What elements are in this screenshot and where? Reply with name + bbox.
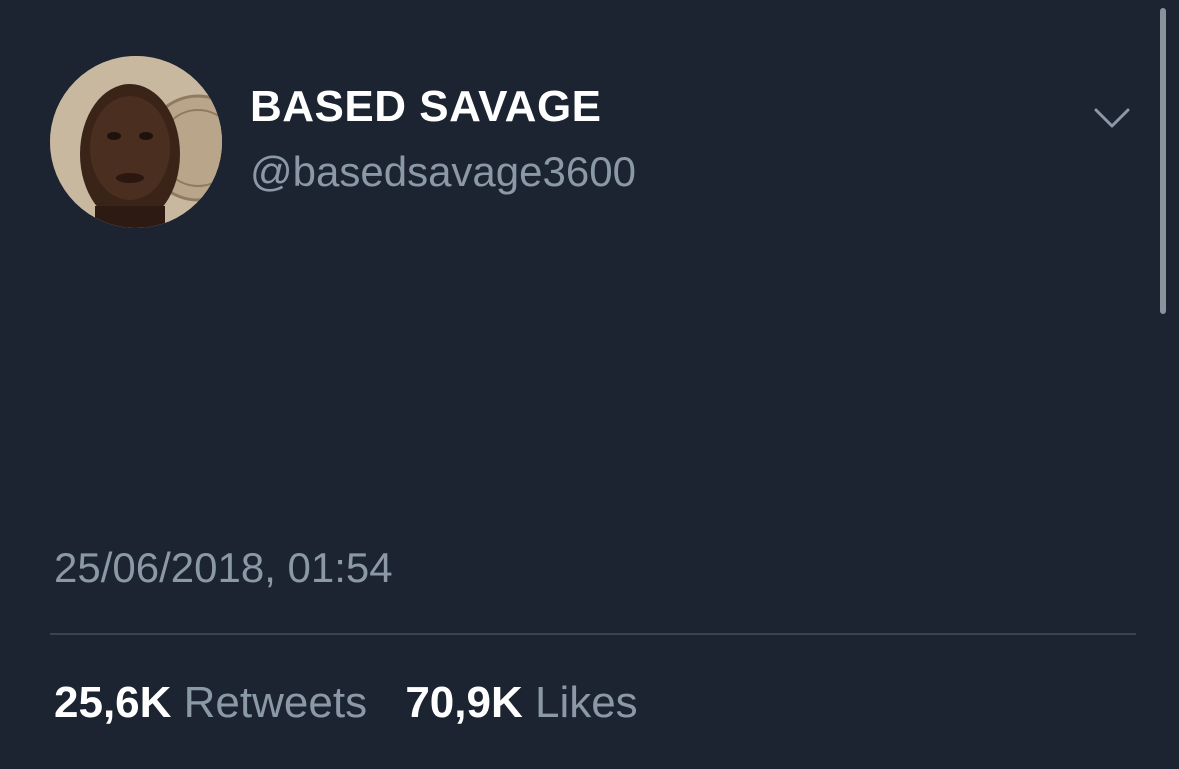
scrollbar[interactable]	[1160, 8, 1166, 314]
retweets-count: 25,6K	[54, 678, 172, 727]
chevron-down-icon[interactable]	[1090, 100, 1134, 136]
divider	[50, 633, 1136, 635]
tweet-timestamp[interactable]: 25/06/2018, 01:54	[54, 544, 393, 592]
retweets-stat[interactable]: 25,6K Retweets	[54, 678, 367, 728]
likes-count: 70,9K	[405, 678, 523, 727]
retweets-label: Retweets	[183, 678, 368, 727]
avatar-image	[50, 56, 222, 228]
display-name[interactable]: BASED SAVAGE	[250, 82, 602, 132]
likes-stat[interactable]: 70,9K Likes	[405, 678, 637, 728]
likes-label: Likes	[534, 678, 638, 727]
tweet-card: BASED SAVAGE @basedsavage3600 25/06/2018…	[0, 0, 1179, 769]
user-handle[interactable]: @basedsavage3600	[250, 148, 636, 196]
avatar[interactable]	[50, 56, 222, 228]
tweet-stats: 25,6K Retweets 70,9K Likes	[54, 678, 638, 728]
